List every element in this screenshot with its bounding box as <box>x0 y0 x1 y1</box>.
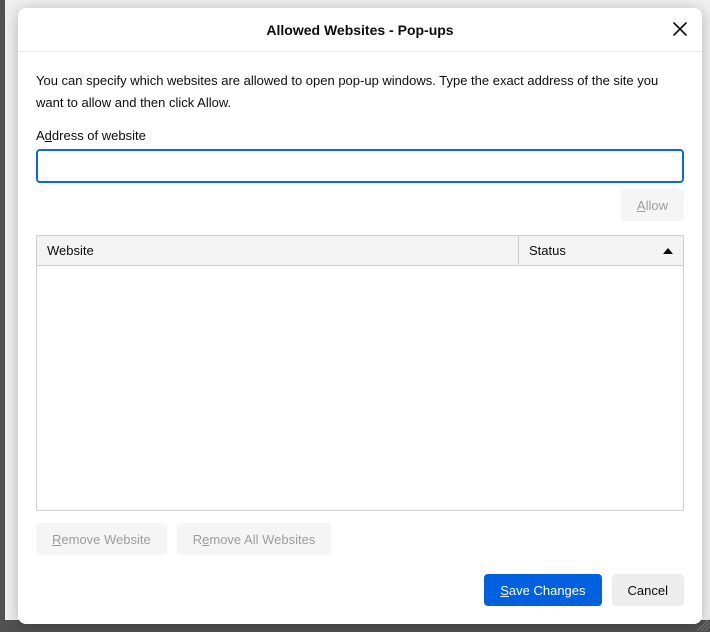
dialog-title: Allowed Websites - Pop-ups <box>266 22 453 38</box>
remove-all-websites-button[interactable]: Remove All Websites <box>177 523 332 555</box>
address-input[interactable] <box>36 149 684 183</box>
dialog-footer: Save Changes Cancel <box>18 560 702 624</box>
table-header: Website Status <box>37 236 683 266</box>
close-icon <box>673 22 687 39</box>
dialog-header: Allowed Websites - Pop-ups <box>18 8 702 52</box>
column-website[interactable]: Website <box>37 236 519 265</box>
remove-website-button[interactable]: Remove Website <box>36 523 167 555</box>
resize-grip-icon[interactable] <box>694 616 710 632</box>
close-button[interactable] <box>666 16 694 44</box>
allow-button[interactable]: Allow <box>621 189 684 221</box>
websites-table: Website Status <box>36 235 684 511</box>
cancel-button[interactable]: Cancel <box>612 574 684 606</box>
sort-asc-icon <box>663 248 673 254</box>
popups-exceptions-dialog: Allowed Websites - Pop-ups You can speci… <box>18 8 702 624</box>
save-changes-button[interactable]: Save Changes <box>484 574 601 606</box>
column-status[interactable]: Status <box>519 236 683 265</box>
table-body <box>37 266 683 510</box>
dialog-body: You can specify which websites are allow… <box>18 52 702 560</box>
address-label: Address of website <box>36 128 684 143</box>
dialog-description: You can specify which websites are allow… <box>36 70 684 114</box>
